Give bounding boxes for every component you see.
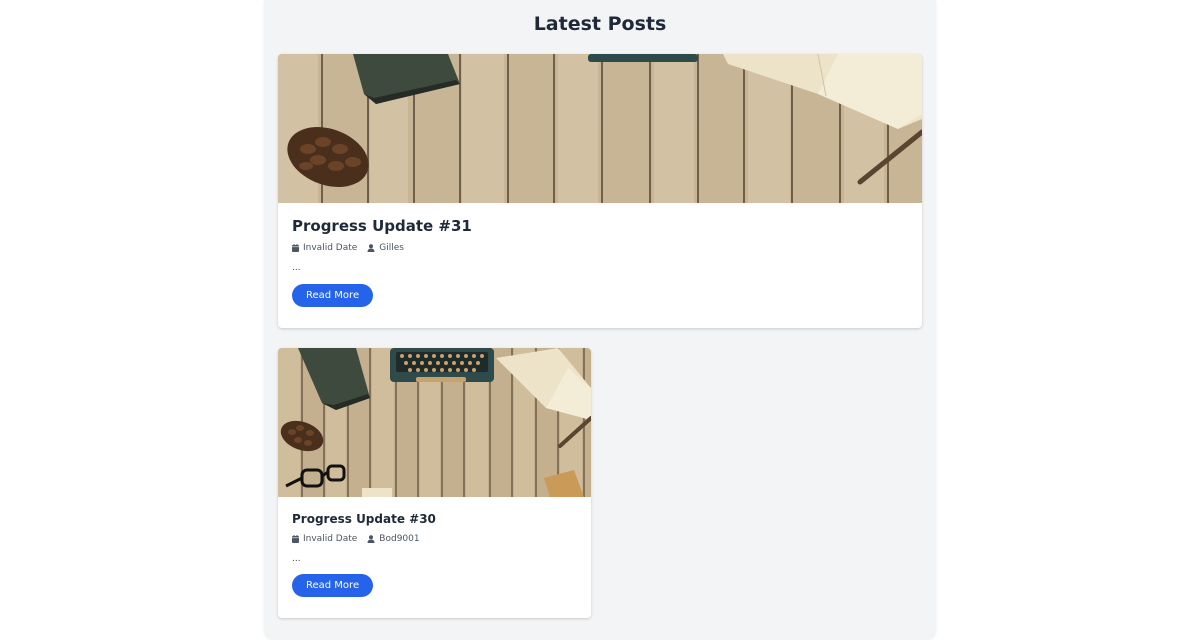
post-author-name: Bod9001: [379, 534, 420, 544]
post-date: Invalid Date: [292, 533, 357, 545]
post-excerpt: ...: [292, 554, 301, 564]
post-author: Gilles: [367, 242, 404, 254]
post-author: Bod9001: [367, 533, 420, 545]
read-more-button[interactable]: Read More: [292, 574, 374, 597]
calendar-icon: [292, 244, 299, 252]
post-cover-image[interactable]: [278, 54, 922, 203]
read-more-button[interactable]: Read More: [292, 284, 374, 307]
section-title: Latest Posts: [533, 13, 667, 35]
posts-panel: Latest Posts Progress Update #31 Invalid…: [264, 0, 936, 640]
post-card: Progress Update #31 Invalid Date Gilles …: [278, 54, 922, 328]
post-meta: Invalid Date Gilles: [292, 242, 908, 254]
post-author-name: Gilles: [379, 243, 404, 253]
user-icon: [367, 244, 375, 252]
post-title[interactable]: Progress Update #31: [292, 203, 908, 236]
post-cover-image[interactable]: [278, 348, 591, 497]
calendar-icon: [292, 535, 299, 543]
post-date-text: Invalid Date: [303, 534, 358, 544]
user-icon: [367, 535, 375, 543]
post-date: Invalid Date: [292, 242, 357, 254]
post-meta: Invalid Date Bod9001: [292, 533, 577, 545]
post-date-text: Invalid Date: [303, 243, 358, 253]
post-card: Progress Update #30 Invalid Date Bod9001…: [278, 348, 591, 618]
post-title[interactable]: Progress Update #30: [292, 497, 577, 527]
post-excerpt: ...: [292, 263, 301, 273]
